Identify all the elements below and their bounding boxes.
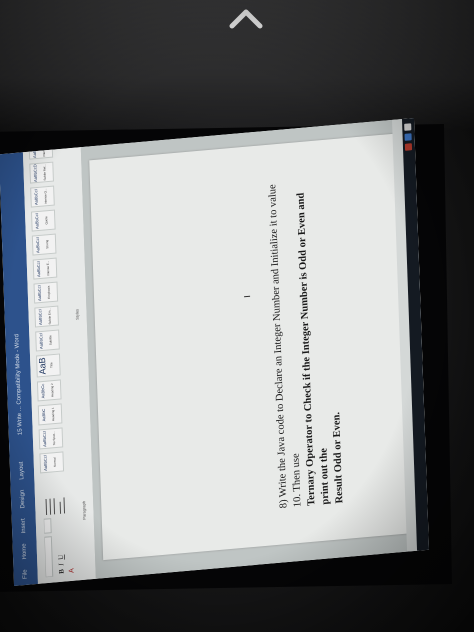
chevron-up-icon[interactable]: [226, 2, 266, 34]
document-page[interactable]: 8) Write the Java code to Declare an Int…: [89, 131, 429, 561]
style-preview: AaBbC: [40, 408, 47, 422]
document-area: 8) Write the Java code to Declare an Int…: [80, 117, 430, 579]
tab-insert[interactable]: Insert: [12, 517, 36, 534]
style-option[interactable]: AaBbCcI Strong: [31, 233, 57, 256]
svg-text:B: B: [57, 568, 65, 574]
style-name: Normal: [52, 457, 57, 468]
style-preview: AaBbCcI: [42, 454, 49, 472]
style-name: Intense Q...: [43, 188, 48, 205]
svg-text:A: A: [68, 568, 75, 574]
style-name: Subtitle: [48, 335, 53, 346]
font-controls[interactable]: B I U A: [42, 478, 77, 578]
style-option[interactable]: AaBbCcD Subtle Ref...: [29, 161, 54, 184]
style-name: Emphasis: [46, 285, 52, 300]
styles-group-label: Styles: [74, 308, 80, 321]
style-name: Quote: [44, 216, 49, 225]
style-option[interactable]: AaBbCcI No Spac...: [38, 427, 64, 450]
question-text: 8) Write the Java code to Declare an Int…: [266, 173, 347, 509]
app-icon[interactable]: [404, 143, 413, 151]
style-preview: AaBbCcI: [41, 430, 48, 448]
style-preview: AaBbCcI: [35, 261, 42, 278]
style-option[interactable]: AaBbCcI Normal: [39, 451, 65, 474]
style-name: Intense E...: [45, 260, 51, 277]
style-option[interactable]: AaBbCcI Intense Q...: [30, 185, 55, 208]
tab-home[interactable]: Home: [13, 542, 38, 560]
style-name: No Spac...: [51, 431, 57, 446]
text-cursor: [244, 295, 251, 298]
style-preview: AaBbCcI: [36, 284, 43, 302]
style-option[interactable]: AaBbCc Heading 2: [36, 379, 62, 402]
svg-text:U: U: [57, 554, 65, 560]
laptop-screen: File Home Insert Design Layout 15 Write …: [0, 117, 430, 587]
tab-layout[interactable]: Layout: [10, 461, 35, 481]
style-option[interactable]: AaB Title: [36, 353, 61, 378]
style-name: Strong: [44, 239, 50, 249]
style-name: Subtle Ref...: [42, 163, 47, 181]
style-preview: AaB: [37, 357, 48, 375]
style-option[interactable]: AaBbC Heading 1: [37, 403, 63, 426]
style-option[interactable]: AaBbCcI Subtle Em...: [34, 305, 59, 328]
styles-gallery[interactable]: AaBbCcI Normal AaBbCcI No Spac... AaBbC Headi…: [27, 117, 65, 474]
style-name: Heading 1: [50, 407, 56, 422]
app-icon[interactable]: [404, 123, 412, 131]
style-option[interactable]: AaBbCcI Subtitle: [35, 329, 60, 352]
svg-text:I: I: [57, 562, 65, 567]
style-preview: AaBbCc: [40, 383, 46, 399]
style-name: Subtle Em...: [47, 307, 52, 325]
window-title: 15 Write ... Compatibility Mode - Word: [14, 333, 24, 436]
photo-frame: File Home Insert Design Layout 15 Write …: [0, 0, 474, 632]
style-preview: AaBbCcI: [37, 308, 43, 326]
style-option[interactable]: AaBbCcI Intense E...: [32, 257, 58, 280]
app-icon[interactable]: [404, 133, 412, 141]
style-preview: AaBbCcI: [33, 189, 39, 206]
style-option[interactable]: AaBbCcI Emphasis: [33, 281, 59, 304]
word-window: File Home Insert Design Layout 15 Write …: [0, 117, 430, 587]
style-preview: AaBbCcD: [32, 164, 38, 183]
style-option[interactable]: AaBbCcI Quote: [30, 209, 56, 232]
style-preview: AaBbCcI: [34, 213, 40, 230]
paragraph-group-label: Paragraph: [81, 500, 87, 520]
tab-design[interactable]: Design: [11, 489, 36, 510]
style-name: Title: [49, 362, 54, 369]
style-preview: AaBbCcI: [38, 332, 44, 350]
style-name: Heading 2: [50, 383, 55, 398]
tab-file[interactable]: File: [13, 568, 37, 580]
style-preview: AaBbCcI: [34, 237, 41, 254]
